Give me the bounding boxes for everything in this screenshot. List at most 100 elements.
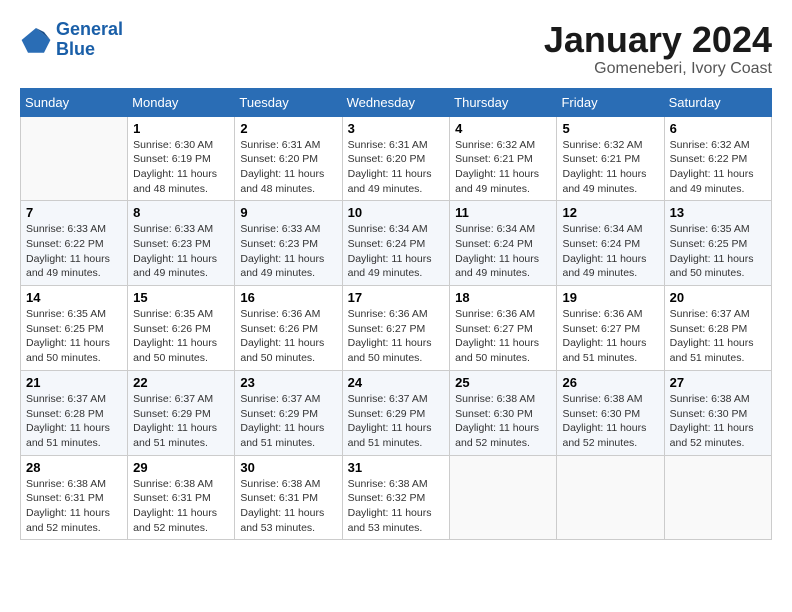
day-number: 18 [455, 290, 551, 305]
calendar-cell: 11 Sunrise: 6:34 AMSunset: 6:24 PMDayligh… [450, 201, 557, 286]
day-info: Sunrise: 6:38 AMSunset: 6:31 PMDaylight:… [133, 477, 229, 536]
day-number: 31 [348, 460, 445, 475]
calendar-cell: 31 Sunrise: 6:38 AMSunset: 6:32 PMDayligh… [342, 455, 450, 540]
day-info: Sunrise: 6:31 AMSunset: 6:20 PMDaylight:… [240, 138, 336, 197]
day-info: Sunrise: 6:30 AMSunset: 6:19 PMDaylight:… [133, 138, 229, 197]
calendar-cell: 12 Sunrise: 6:34 AMSunset: 6:24 PMDayligh… [557, 201, 664, 286]
day-header-thursday: Thursday [450, 88, 557, 116]
day-info: Sunrise: 6:38 AMSunset: 6:32 PMDaylight:… [348, 477, 445, 536]
day-header-tuesday: Tuesday [235, 88, 342, 116]
day-info: Sunrise: 6:38 AMSunset: 6:31 PMDaylight:… [26, 477, 122, 536]
day-number: 9 [240, 205, 336, 220]
day-number: 26 [562, 375, 658, 390]
calendar-cell [557, 455, 664, 540]
calendar-cell: 28 Sunrise: 6:38 AMSunset: 6:31 PMDayligh… [21, 455, 128, 540]
day-info: Sunrise: 6:35 AMSunset: 6:26 PMDaylight:… [133, 307, 229, 366]
day-info: Sunrise: 6:37 AMSunset: 6:29 PMDaylight:… [133, 392, 229, 451]
calendar-cell: 6 Sunrise: 6:32 AMSunset: 6:22 PMDaylight… [664, 116, 771, 201]
day-info: Sunrise: 6:36 AMSunset: 6:27 PMDaylight:… [562, 307, 658, 366]
day-number: 19 [562, 290, 658, 305]
day-number: 8 [133, 205, 229, 220]
day-number: 27 [670, 375, 766, 390]
day-header-wednesday: Wednesday [342, 88, 450, 116]
calendar-cell: 13 Sunrise: 6:35 AMSunset: 6:25 PMDayligh… [664, 201, 771, 286]
calendar-cell: 26 Sunrise: 6:38 AMSunset: 6:30 PMDayligh… [557, 370, 664, 455]
day-number: 14 [26, 290, 122, 305]
calendar-table: SundayMondayTuesdayWednesdayThursdayFrid… [20, 88, 772, 541]
day-info: Sunrise: 6:33 AMSunset: 6:23 PMDaylight:… [240, 222, 336, 281]
day-number: 11 [455, 205, 551, 220]
day-number: 21 [26, 375, 122, 390]
calendar-body: 1 Sunrise: 6:30 AMSunset: 6:19 PMDaylight… [21, 116, 772, 540]
day-info: Sunrise: 6:37 AMSunset: 6:29 PMDaylight:… [348, 392, 445, 451]
day-info: Sunrise: 6:34 AMSunset: 6:24 PMDaylight:… [562, 222, 658, 281]
calendar-cell: 16Sunrise: 6:36 AMSunset: 6:26 PMDayligh… [235, 286, 342, 371]
day-number: 23 [240, 375, 336, 390]
day-number: 29 [133, 460, 229, 475]
calendar-cell: 30Sunrise: 6:38 AMSunset: 6:31 PMDayligh… [235, 455, 342, 540]
day-number: 13 [670, 205, 766, 220]
day-info: Sunrise: 6:35 AMSunset: 6:25 PMDaylight:… [670, 222, 766, 281]
title-block: January 2024 Gomeneberi, Ivory Coast [544, 20, 772, 78]
day-header-monday: Monday [128, 88, 235, 116]
calendar-cell: 29 Sunrise: 6:38 AMSunset: 6:31 PMDayligh… [128, 455, 235, 540]
day-info: Sunrise: 6:38 AMSunset: 6:30 PMDaylight:… [562, 392, 658, 451]
day-info: Sunrise: 6:32 AMSunset: 6:21 PMDaylight:… [562, 138, 658, 197]
day-info: Sunrise: 6:37 AMSunset: 6:29 PMDaylight:… [240, 392, 336, 451]
day-info: Sunrise: 6:36 AMSunset: 6:27 PMDaylight:… [348, 307, 445, 366]
day-header-saturday: Saturday [664, 88, 771, 116]
day-number: 6 [670, 121, 766, 136]
calendar-cell: 19 Sunrise: 6:36 AMSunset: 6:27 PMDayligh… [557, 286, 664, 371]
day-info: Sunrise: 6:31 AMSunset: 6:20 PMDaylight:… [348, 138, 445, 197]
calendar-cell: 24 Sunrise: 6:37 AMSunset: 6:29 PMDayligh… [342, 370, 450, 455]
calendar-cell: 7Sunrise: 6:33 AMSunset: 6:22 PMDaylight… [21, 201, 128, 286]
day-number: 5 [562, 121, 658, 136]
day-header-sunday: Sunday [21, 88, 128, 116]
day-number: 16 [240, 290, 336, 305]
logo-text: General Blue [56, 20, 123, 60]
calendar-cell: 10 Sunrise: 6:34 AMSunset: 6:24 PMDayligh… [342, 201, 450, 286]
calendar-week-row: 7Sunrise: 6:33 AMSunset: 6:22 PMDaylight… [21, 201, 772, 286]
calendar-week-row: 1 Sunrise: 6:30 AMSunset: 6:19 PMDaylight… [21, 116, 772, 201]
day-info: Sunrise: 6:34 AMSunset: 6:24 PMDaylight:… [348, 222, 445, 281]
calendar-header-row: SundayMondayTuesdayWednesdayThursdayFrid… [21, 88, 772, 116]
day-number: 24 [348, 375, 445, 390]
day-number: 20 [670, 290, 766, 305]
day-info: Sunrise: 6:36 AMSunset: 6:27 PMDaylight:… [455, 307, 551, 366]
day-number: 10 [348, 205, 445, 220]
page-header: General Blue January 2024 Gomeneberi, Iv… [20, 20, 772, 78]
calendar-week-row: 14 Sunrise: 6:35 AMSunset: 6:25 PMDayligh… [21, 286, 772, 371]
day-number: 12 [562, 205, 658, 220]
day-info: Sunrise: 6:37 AMSunset: 6:28 PMDaylight:… [26, 392, 122, 451]
day-header-friday: Friday [557, 88, 664, 116]
day-number: 17 [348, 290, 445, 305]
calendar-cell [664, 455, 771, 540]
day-number: 7 [26, 205, 122, 220]
calendar-cell: 27 Sunrise: 6:38 AMSunset: 6:30 PMDayligh… [664, 370, 771, 455]
day-info: Sunrise: 6:32 AMSunset: 6:21 PMDaylight:… [455, 138, 551, 197]
calendar-cell: 21 Sunrise: 6:37 AMSunset: 6:28 PMDayligh… [21, 370, 128, 455]
day-info: Sunrise: 6:38 AMSunset: 6:30 PMDaylight:… [670, 392, 766, 451]
day-info: Sunrise: 6:34 AMSunset: 6:24 PMDaylight:… [455, 222, 551, 281]
day-info: Sunrise: 6:35 AMSunset: 6:25 PMDaylight:… [26, 307, 122, 366]
calendar-cell: 23 Sunrise: 6:37 AMSunset: 6:29 PMDayligh… [235, 370, 342, 455]
logo-line2: Blue [56, 39, 95, 59]
calendar-cell: 17 Sunrise: 6:36 AMSunset: 6:27 PMDayligh… [342, 286, 450, 371]
day-number: 2 [240, 121, 336, 136]
day-info: Sunrise: 6:38 AMSunset: 6:31 PMDaylight:… [240, 477, 336, 536]
logo-line1: General [56, 19, 123, 39]
day-number: 28 [26, 460, 122, 475]
calendar-cell: 1 Sunrise: 6:30 AMSunset: 6:19 PMDaylight… [128, 116, 235, 201]
logo: General Blue [20, 20, 123, 60]
calendar-week-row: 28 Sunrise: 6:38 AMSunset: 6:31 PMDayligh… [21, 455, 772, 540]
calendar-cell: 5 Sunrise: 6:32 AMSunset: 6:21 PMDaylight… [557, 116, 664, 201]
calendar-cell: 20Sunrise: 6:37 AMSunset: 6:28 PMDayligh… [664, 286, 771, 371]
day-info: Sunrise: 6:32 AMSunset: 6:22 PMDaylight:… [670, 138, 766, 197]
calendar-cell: 18 Sunrise: 6:36 AMSunset: 6:27 PMDayligh… [450, 286, 557, 371]
calendar-cell: 2 Sunrise: 6:31 AMSunset: 6:20 PMDaylight… [235, 116, 342, 201]
day-number: 1 [133, 121, 229, 136]
calendar-cell: 15Sunrise: 6:35 AMSunset: 6:26 PMDayligh… [128, 286, 235, 371]
calendar-week-row: 21 Sunrise: 6:37 AMSunset: 6:28 PMDayligh… [21, 370, 772, 455]
calendar-cell: 4Sunrise: 6:32 AMSunset: 6:21 PMDaylight… [450, 116, 557, 201]
calendar-title: January 2024 [544, 20, 772, 60]
